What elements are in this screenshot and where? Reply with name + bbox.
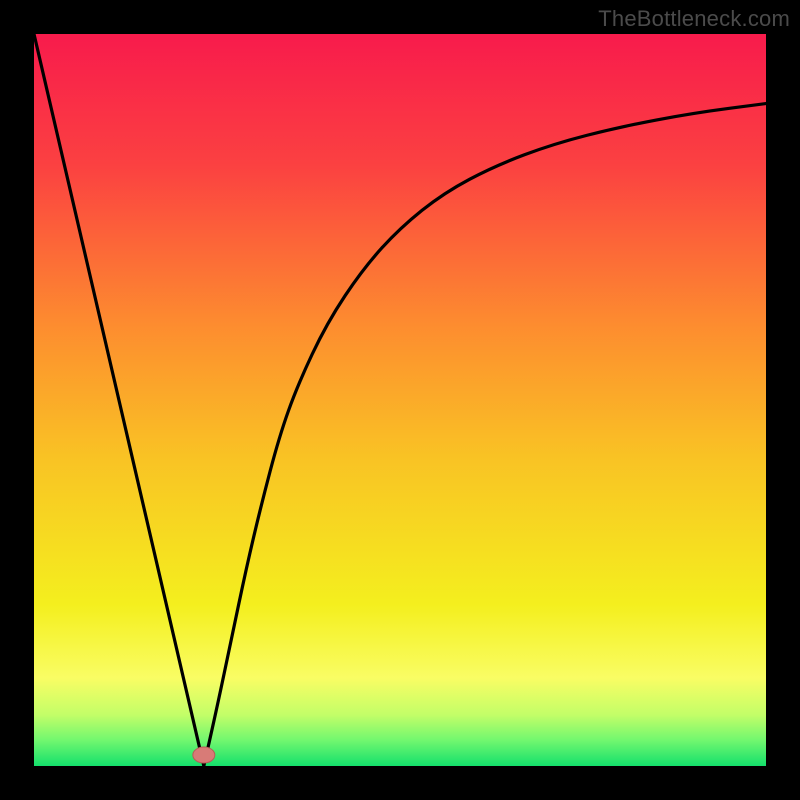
chart-plot-area <box>34 34 766 766</box>
optimal-point-marker <box>193 747 215 763</box>
chart-svg <box>34 34 766 766</box>
chart-background-gradient <box>34 34 766 766</box>
watermark-text: TheBottleneck.com <box>598 6 790 32</box>
chart-frame: TheBottleneck.com <box>0 0 800 800</box>
